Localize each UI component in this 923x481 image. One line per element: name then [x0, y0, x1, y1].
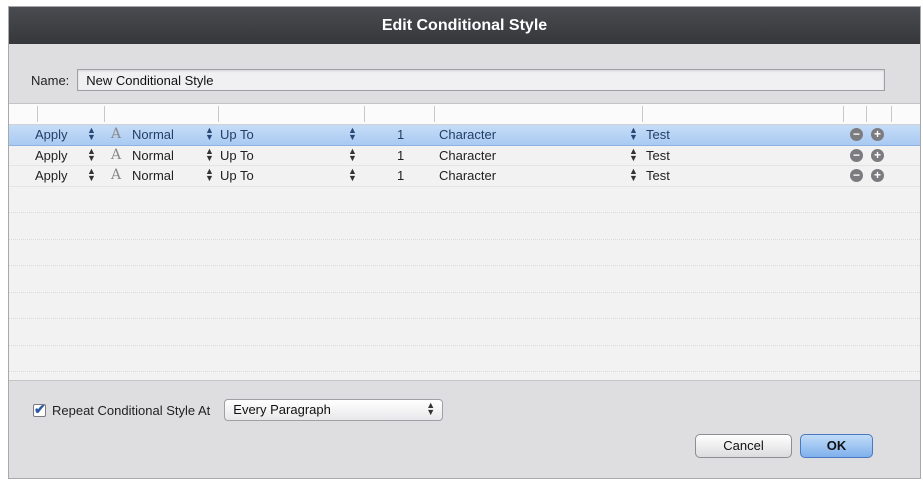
stepper-icon[interactable]: ▲ ▼ — [629, 167, 638, 183]
column-separator — [37, 106, 38, 122]
style-select[interactable]: Normal — [132, 125, 174, 144]
count-field[interactable]: 1 — [397, 125, 404, 144]
name-input[interactable] — [77, 69, 886, 91]
column-separator — [642, 106, 643, 122]
name-label: Name: — [31, 72, 70, 88]
repeat-label: Repeat Conditional Style At — [52, 402, 211, 418]
add-row-icon[interactable]: + — [871, 169, 884, 182]
cancel-button[interactable]: Cancel — [695, 434, 792, 458]
stepper-icon[interactable]: ▲ ▼ — [629, 146, 638, 163]
apply-select[interactable]: Apply — [35, 146, 68, 165]
column-separator — [843, 106, 844, 122]
column-separator — [866, 106, 867, 122]
target-select[interactable]: Test — [646, 146, 670, 165]
mode-select[interactable]: Up To — [220, 125, 254, 144]
stepper-icon[interactable]: ▲ ▼ — [205, 126, 214, 142]
column-separator — [364, 106, 365, 122]
style-select[interactable]: Normal — [132, 146, 174, 165]
remove-row-icon[interactable]: − — [850, 169, 863, 182]
stepper-icon: ▲ ▼ — [426, 400, 436, 417]
count-field[interactable]: 1 — [397, 146, 404, 165]
unit-select[interactable]: Character — [439, 146, 496, 165]
ok-button[interactable]: OK — [800, 434, 873, 458]
repeat-select-value: Every Paragraph — [233, 402, 331, 417]
add-row-icon[interactable]: + — [871, 128, 884, 141]
stepper-icon[interactable]: ▲ ▼ — [629, 126, 638, 142]
stepper-icon[interactable]: ▲ ▼ — [348, 126, 357, 142]
apply-select[interactable]: Apply — [35, 166, 68, 185]
conditions-table: Apply ▲ ▼ A Normal ▲ ▼ Up To ▲ ▼ 1 Characte… — [9, 103, 920, 381]
empty-row — [9, 319, 920, 346]
edit-conditional-style-dialog: Edit Conditional Style Name: Apply ▲▼ A … — [8, 6, 921, 479]
table-rows: Apply ▲ ▼ A Normal ▲ ▼ Up To ▲ ▼ 1 Characte… — [9, 125, 920, 380]
apply-select[interactable]: Apply — [35, 125, 68, 144]
stepper-icon[interactable]: ▲ ▼ — [348, 146, 357, 163]
column-separator — [891, 106, 892, 122]
target-select[interactable]: Test — [646, 125, 670, 144]
empty-row — [9, 293, 920, 319]
empty-row — [9, 372, 920, 380]
dialog-title: Edit Conditional Style — [9, 7, 920, 44]
stepper-icon[interactable]: ▲ ▼ — [348, 167, 357, 183]
stepper-icon[interactable]: ▲ ▼ — [87, 167, 96, 183]
table-row[interactable]: Apply ▲ ▼ A Normal ▲ ▼ Up To ▲ ▼ 1 Characte… — [9, 146, 920, 166]
column-separator — [104, 106, 105, 122]
character-style-icon: A — [111, 146, 122, 163]
style-select[interactable]: Normal — [132, 166, 174, 185]
repeat-select[interactable]: Every Paragraph ▲ ▼ — [224, 399, 444, 421]
stepper-icon[interactable]: ▲ ▼ — [205, 146, 214, 163]
mode-select[interactable]: Up To — [220, 146, 254, 165]
column-separator — [218, 106, 219, 122]
unit-select[interactable]: Character — [439, 125, 496, 144]
character-style-icon: A — [111, 126, 122, 142]
checkmark-icon: ✔ — [34, 400, 46, 417]
count-field[interactable]: 1 — [397, 166, 404, 185]
remove-row-icon[interactable]: − — [850, 148, 863, 162]
name-row: Name: — [31, 68, 886, 92]
table-header — [9, 104, 920, 125]
add-row-icon[interactable]: + — [871, 148, 884, 162]
repeat-row: ✔ Repeat Conditional Style At Every Para… — [33, 399, 444, 421]
empty-row — [9, 213, 920, 240]
mode-select[interactable]: Up To — [220, 166, 254, 185]
unit-select[interactable]: Character — [439, 166, 496, 185]
stepper-icon[interactable]: ▲ ▼ — [205, 167, 214, 183]
repeat-checkbox[interactable]: ✔ — [33, 400, 46, 417]
empty-row — [9, 266, 920, 293]
stepper-icon[interactable]: ▲ ▼ — [87, 126, 96, 142]
empty-row — [9, 240, 920, 266]
table-row[interactable]: Apply ▲ ▼ A Normal ▲ ▼ Up To ▲ ▼ 1 Characte… — [9, 125, 920, 146]
empty-row — [9, 187, 920, 213]
target-select[interactable]: Test — [646, 166, 670, 185]
stepper-icon[interactable]: ▲ ▼ — [87, 146, 96, 163]
table-row[interactable]: Apply ▲ ▼ A Normal ▲ ▼ Up To ▲ ▼ 1 Characte… — [9, 166, 920, 187]
character-style-icon: A — [111, 167, 122, 183]
remove-row-icon[interactable]: − — [850, 128, 863, 141]
empty-row — [9, 346, 920, 372]
column-separator — [434, 106, 435, 122]
